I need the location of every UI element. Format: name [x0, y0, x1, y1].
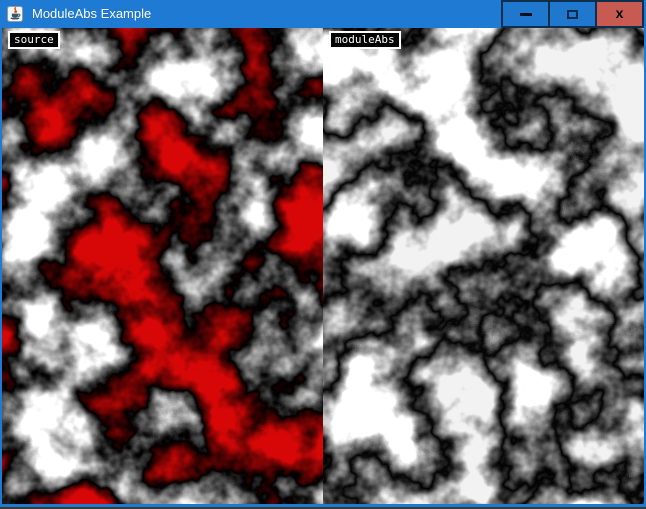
titlebar[interactable]: ModuleAbs Example x [2, 0, 644, 28]
moduleabs-panel: moduleAbs [323, 28, 644, 504]
source-noise-image [2, 28, 323, 504]
source-panel: source [2, 28, 323, 504]
app-window: ModuleAbs Example x source moduleAbs [0, 0, 646, 507]
window-controls: x [501, 0, 644, 28]
content-area: source moduleAbs [2, 28, 644, 504]
java-coffee-cup-icon [7, 6, 23, 22]
source-label: source [8, 31, 60, 49]
moduleabs-label: moduleAbs [329, 31, 401, 49]
square-outline-icon [567, 10, 578, 19]
maximize-button[interactable] [548, 0, 595, 28]
close-button[interactable]: x [595, 0, 644, 28]
x-icon: x [616, 6, 624, 20]
minimize-button[interactable] [501, 0, 548, 28]
moduleabs-noise-image [323, 28, 644, 504]
window-title: ModuleAbs Example [32, 0, 501, 28]
dash-icon [520, 13, 532, 16]
